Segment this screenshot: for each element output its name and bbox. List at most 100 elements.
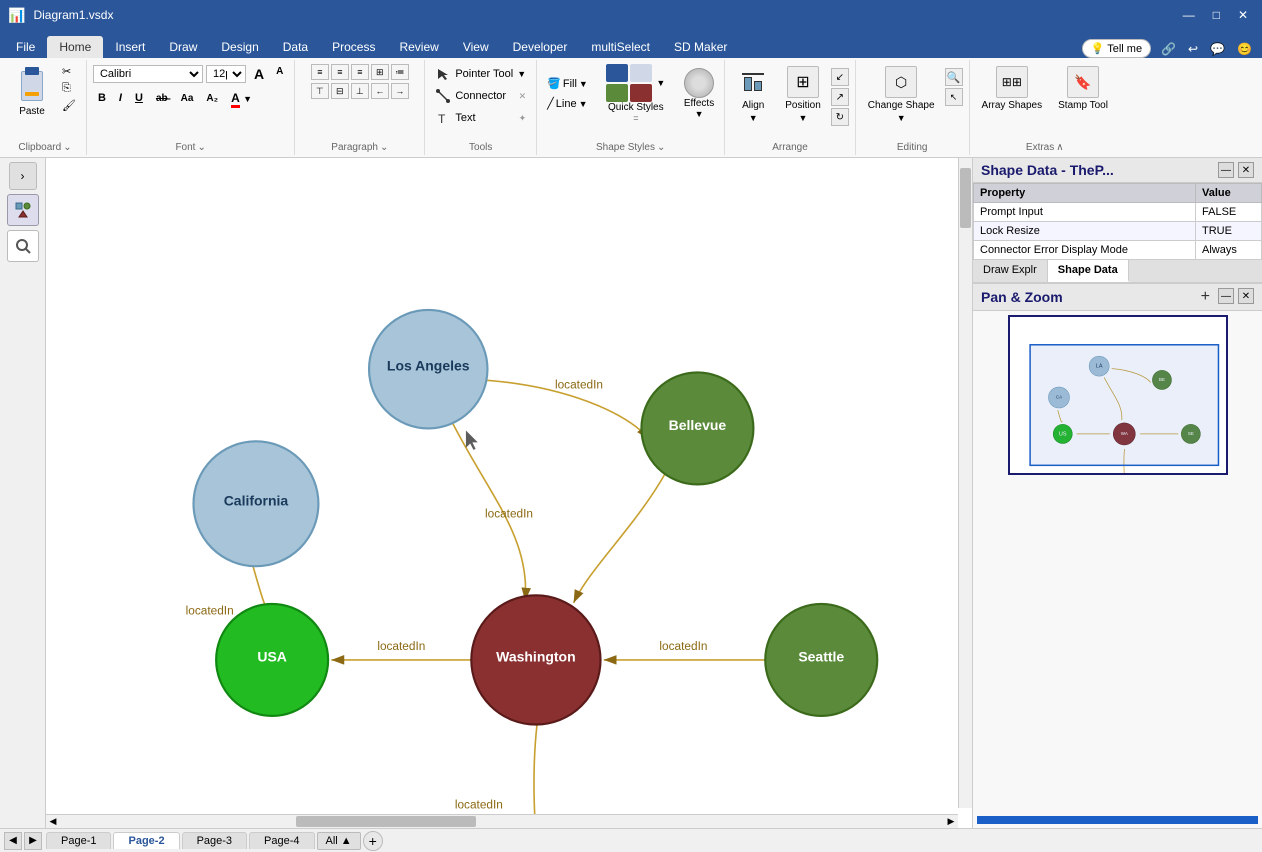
scroll-pages-right-button[interactable]: ▶ (24, 832, 42, 850)
align-dropdown-icon[interactable]: ▼ (749, 113, 758, 123)
tab-home[interactable]: Home (47, 36, 103, 58)
vertical-scroll-thumb[interactable] (960, 168, 971, 228)
font-color-dropdown-icon[interactable]: ▼ (243, 94, 252, 104)
font-color-button[interactable]: A ▼ (226, 89, 257, 107)
tab-shape-data[interactable]: Shape Data (1048, 260, 1129, 282)
change-case-button[interactable]: Aa (176, 91, 199, 106)
ribbon-collapse-icon[interactable]: ∧ (1056, 142, 1063, 153)
panzoom-add-button[interactable]: + (1197, 288, 1214, 306)
tell-me-box[interactable]: 💡 Tell me (1082, 39, 1152, 58)
panel-controls[interactable]: — ✕ (1218, 162, 1254, 178)
copy-button[interactable]: ⎘ (58, 81, 80, 96)
quick-styles-dropdown-icon[interactable]: ▼ (656, 78, 665, 88)
fill-dropdown-icon[interactable]: ▼ (579, 79, 588, 89)
scroll-right-arrow[interactable]: ▶ (944, 815, 958, 828)
effects-button[interactable]: Effects ▼ (680, 66, 718, 121)
tab-sdmaker[interactable]: SD Maker (662, 36, 739, 58)
paste-button[interactable]: Paste (10, 64, 54, 119)
indent-more-button[interactable]: → (391, 83, 409, 99)
change-shape-button[interactable]: ⬡ Change Shape ▼ (862, 64, 941, 125)
page-tab-page2[interactable]: Page-2 (113, 832, 179, 849)
scroll-left-arrow[interactable]: ◀ (46, 815, 60, 828)
add-page-button[interactable]: + (363, 831, 383, 851)
diagram-canvas[interactable]: locatedIn locatedIn locatedIn locatedIn … (46, 158, 972, 828)
align-bottom-button[interactable]: ⊥ (351, 83, 369, 99)
align-right-button[interactable]: ≡ (351, 64, 369, 80)
window-maximize[interactable]: □ (1207, 6, 1226, 24)
align-center-button[interactable]: ≡ (331, 64, 349, 80)
align-button[interactable]: Align ▼ (731, 64, 775, 125)
emoji-icon[interactable]: 😊 (1231, 40, 1258, 58)
align-left-button[interactable]: ≡ (311, 64, 329, 80)
font-size-select[interactable]: 12pt (206, 65, 246, 83)
change-shape-dropdown-icon[interactable]: ▼ (897, 113, 906, 123)
cut-button[interactable]: ✂ (58, 64, 80, 79)
subscript-button[interactable]: A₂ (201, 91, 223, 106)
panzoom-close-button[interactable]: ✕ (1238, 288, 1254, 304)
align-top-button[interactable]: ⊤ (311, 83, 329, 99)
share-icon[interactable]: 🔗 (1155, 40, 1182, 58)
panzoom-controls[interactable]: + — ✕ (1197, 288, 1254, 306)
horizontal-scrollbar[interactable]: ◀ ▶ (46, 814, 958, 828)
clipboard-expand-icon[interactable]: ⌄ (63, 142, 71, 153)
format-painter-button[interactable]: 🖌 (58, 98, 80, 113)
window-minimize[interactable]: — (1177, 6, 1201, 24)
vertical-scrollbar[interactable] (958, 158, 972, 808)
indent-less-button[interactable]: ← (371, 83, 389, 99)
fill-button[interactable]: 🪣 Fill ▼ (543, 75, 592, 92)
panel-minimize-button[interactable]: — (1218, 162, 1234, 178)
canvas-wrapper[interactable]: locatedIn locatedIn locatedIn locatedIn … (46, 158, 972, 828)
tab-data[interactable]: Data (271, 36, 320, 58)
window-close[interactable]: ✕ (1232, 6, 1254, 24)
tab-file[interactable]: File (4, 36, 47, 58)
connector-tool-button[interactable]: Connector ✕ (431, 86, 530, 106)
page-nav-arrows[interactable]: ◀ ▶ (4, 832, 42, 850)
panzoom-minimize-button[interactable]: — (1218, 288, 1234, 304)
strikethrough-button[interactable]: ab̶ (151, 91, 173, 106)
select-button[interactable]: ↖ (945, 88, 963, 106)
shape-styles-expand-icon[interactable]: ⌄ (657, 142, 665, 153)
find-button[interactable]: 🔍 (945, 68, 963, 86)
scroll-pages-left-button[interactable]: ◀ (4, 832, 22, 850)
bring-front-button[interactable]: ↗ (831, 88, 849, 106)
connector-close-icon[interactable]: ✕ (519, 91, 527, 102)
font-name-select[interactable]: Calibri (93, 65, 203, 83)
pointer-tool-button[interactable]: Pointer Tool ▼ (431, 64, 530, 84)
tab-insert[interactable]: Insert (103, 36, 157, 58)
paragraph-expand-icon[interactable]: ⌄ (380, 142, 388, 153)
all-pages-button[interactable]: All ▲ (317, 832, 361, 850)
tab-developer[interactable]: Developer (501, 36, 580, 58)
effects-dropdown-icon[interactable]: ▼ (695, 109, 704, 119)
text-tool-button[interactable]: T Text ✦ (431, 108, 530, 128)
number-list-button[interactable]: ≔ (391, 64, 409, 80)
align-middle-button[interactable]: ⊟ (331, 83, 349, 99)
tab-design[interactable]: Design (209, 36, 270, 58)
undo-icon[interactable]: ↩ (1182, 40, 1204, 58)
comment-icon[interactable]: 💬 (1204, 40, 1231, 58)
page-tab-page1[interactable]: Page-1 (46, 832, 111, 849)
tab-view[interactable]: View (451, 36, 501, 58)
send-back-button[interactable]: ↙ (831, 68, 849, 86)
font-increase-button[interactable]: A (249, 64, 269, 84)
title-bar-controls[interactable]: — □ ✕ (1177, 6, 1254, 24)
horizontal-scroll-thumb[interactable] (296, 816, 476, 827)
sidebar-search-button[interactable] (7, 230, 39, 262)
line-dropdown-icon[interactable]: ▼ (579, 99, 588, 109)
pointer-dropdown-icon[interactable]: ▼ (517, 69, 526, 79)
font-decrease-button[interactable]: A (271, 64, 288, 84)
bullet-list-button[interactable]: ⊞ (371, 64, 389, 80)
font-expand-icon[interactable]: ⌄ (197, 142, 205, 153)
tab-process[interactable]: Process (320, 36, 387, 58)
tab-draw-explr[interactable]: Draw Explr (973, 260, 1048, 282)
page-tab-page4[interactable]: Page-4 (249, 832, 314, 849)
sidebar-shapes-button[interactable] (7, 194, 39, 226)
bold-button[interactable]: B (93, 90, 111, 106)
sidebar-collapse-button[interactable]: › (9, 162, 37, 190)
tab-draw[interactable]: Draw (157, 36, 209, 58)
panzoom-thumbnail[interactable]: LA CA BE WA US SE RE (1008, 315, 1228, 475)
position-dropdown-icon[interactable]: ▼ (799, 113, 808, 123)
rotate-button[interactable]: ↻ (831, 108, 849, 126)
page-tab-page3[interactable]: Page-3 (182, 832, 247, 849)
line-button[interactable]: ╱ Line ▼ (543, 95, 592, 112)
stamp-tool-button[interactable]: 🔖 Stamp Tool (1052, 64, 1114, 113)
